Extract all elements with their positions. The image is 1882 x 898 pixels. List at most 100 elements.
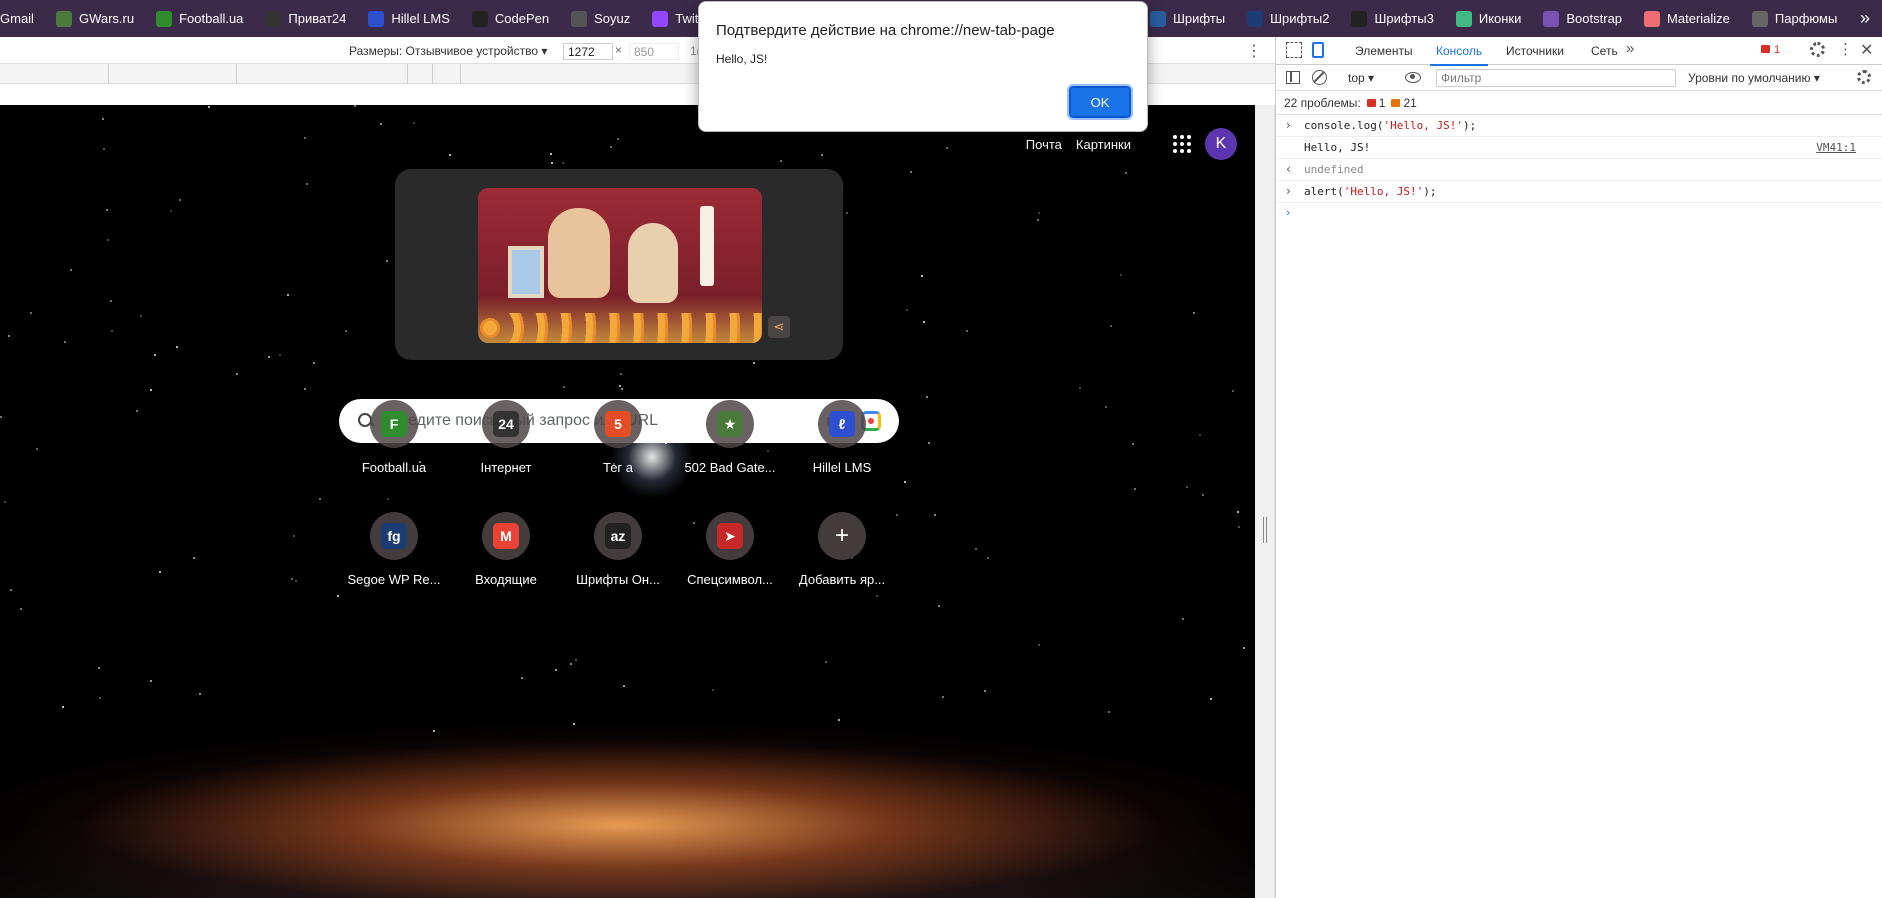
issues-bar[interactable]: 22 проблемы: 1 21 [1276,91,1882,115]
devtools-menu-icon[interactable]: ⋮ [1838,40,1853,58]
bookmark-soyuz[interactable]: Soyuz [561,0,642,37]
issues-error-count: 1 [1378,96,1386,110]
inspect-element-icon[interactable] [1286,42,1302,58]
dialog-ok-button[interactable]: OK [1067,84,1133,120]
shortcut-tile[interactable]: + Добавить яр... [786,512,898,602]
bookmark-football[interactable]: Football.ua [146,0,255,37]
star-dot [30,312,32,314]
star-dot [617,138,619,140]
bookmark-bootstrap[interactable]: Bootstrap [1533,0,1634,37]
tab-network[interactable]: Сеть [1591,44,1618,58]
settings-gear-icon[interactable] [1810,42,1825,57]
input-chevron-icon: › [1286,184,1291,198]
context-select[interactable]: top ▾ [1348,71,1374,85]
bookmark-hillel[interactable]: Hillel LMS [358,0,462,37]
bookmark-label: Materialize [1667,11,1730,26]
star-dot [99,697,101,699]
resize-handle[interactable] [1263,517,1267,543]
warning-issue-icon [1391,99,1401,107]
star-dot [1202,494,1204,496]
console-log: › console.log('Hello, JS!'); Hello, JS! … [1276,115,1882,225]
bookmark-perfume[interactable]: Парфюмы [1742,0,1849,37]
star-dot [208,106,210,108]
star-dot [70,269,72,271]
account-avatar[interactable]: K [1205,128,1237,160]
tab-sources[interactable]: Источники [1506,44,1564,58]
bookmark-fonts2[interactable]: Шрифты2 [1237,0,1341,37]
bookmark-privat24[interactable]: Приват24 [255,0,358,37]
console-settings-icon[interactable] [1857,70,1871,84]
log-levels-select[interactable]: Уровни по умолчанию ▾ [1688,71,1820,85]
console-string: 'Hello, JS!' [1383,119,1463,132]
console-filter-input[interactable]: Фильтр [1436,69,1676,87]
google-doodle-image[interactable] [478,188,762,343]
device-toolbar-menu-icon[interactable]: ⋮ [1246,41,1262,61]
bookmark-gwars[interactable]: GWars.ru [46,0,146,37]
star-dot [1105,406,1107,408]
shortcut-tile[interactable]: ℓ Hillel LMS [786,400,898,490]
star-dot [928,442,930,444]
bookmark-materialize[interactable]: Materialize [1634,0,1742,37]
shortcut-label: Football.ua [361,460,427,475]
bookmark-fonts3[interactable]: Шрифты3 [1341,0,1445,37]
bookmark-label: Soyuz [594,11,631,26]
star-dot [934,514,936,516]
viewport-width-input[interactable]: 1272 [563,43,613,60]
tab-console[interactable]: Консоль [1429,44,1489,66]
share-doodle-button[interactable]: ⋖ [768,316,790,338]
bookmark-codepen[interactable]: CodePen [462,0,561,37]
issues-label: 22 проблемы: [1284,96,1361,110]
shortcut-tile[interactable]: ➤ Спецсимвол... [674,512,786,602]
show-sidebar-icon[interactable] [1286,71,1300,84]
shortcut-tile[interactable]: M Входящие [450,512,562,602]
viewport-height-input[interactable]: 850 [629,43,679,60]
star-dot [159,571,161,573]
console-prompt[interactable]: › [1276,203,1882,225]
shortcut-tile[interactable]: az Шрифты Он... [562,512,674,602]
star-dot [904,481,906,483]
images-link[interactable]: Картинки [1076,137,1131,152]
device-toggle-icon[interactable] [1312,42,1324,58]
shortcut-tile[interactable]: 5 Тег a [562,400,674,490]
bookmarks-overflow-button[interactable]: » [1860,0,1870,37]
error-count-badge[interactable]: 1 [1761,44,1780,56]
more-tabs-icon[interactable]: » [1626,40,1634,57]
tab-elements[interactable]: Элементы [1355,44,1413,58]
ruler-mark [108,64,109,84]
star-dot [938,605,940,607]
star-dot [987,557,989,559]
error-issue-icon [1366,99,1376,107]
bookmark-fonts[interactable]: Шрифты [1140,0,1237,37]
bookmark-gmail[interactable]: Gmail [0,0,46,37]
star-dot [1237,511,1239,513]
shortcut-tile[interactable]: 24 Інтернет [450,400,562,490]
star-dot [946,147,948,149]
star-dot [620,373,622,375]
star-dot [179,199,181,201]
shortcut-label: Спецсимвол... [687,572,773,587]
dimensions-select[interactable]: Размеры: Отзывчивое устройство ▾ [349,44,547,58]
shortcut-tile[interactable]: ★ 502 Bad Gate... [674,400,786,490]
source-link[interactable]: VM41:1 [1816,141,1856,154]
star-dot [387,498,389,500]
shortcut-label: Добавить яр... [798,572,886,587]
shortcut-tile[interactable]: F Football.ua [338,400,450,490]
gmail-link[interactable]: Почта [1026,137,1062,152]
ruler-mark [432,64,433,84]
live-expression-eye-icon[interactable] [1405,72,1421,83]
shortcut-icon: + [834,522,849,549]
share-icon: ⋖ [773,319,785,334]
twitch-icon [652,10,669,27]
shortcut-tile[interactable]: fg Segoe WP Re... [338,512,450,602]
shortcut-icon: ➤ [717,523,743,549]
shortcut-label: Segoe WP Re... [347,572,441,587]
doodle-figure-shape [628,223,678,303]
devtools-tabbar: Элементы Консоль Источники Сеть » 1 ⋮ ✕ [1276,37,1882,66]
clear-console-icon[interactable] [1312,70,1327,85]
close-devtools-icon[interactable]: ✕ [1860,40,1873,60]
bookmark-icons[interactable]: Иконки [1446,0,1534,37]
apps-grid-icon[interactable] [1173,135,1191,153]
console-input-row: › console.log('Hello, JS!'); [1276,115,1882,137]
fonts2-icon [1247,10,1264,27]
icons-icon [1455,10,1472,27]
